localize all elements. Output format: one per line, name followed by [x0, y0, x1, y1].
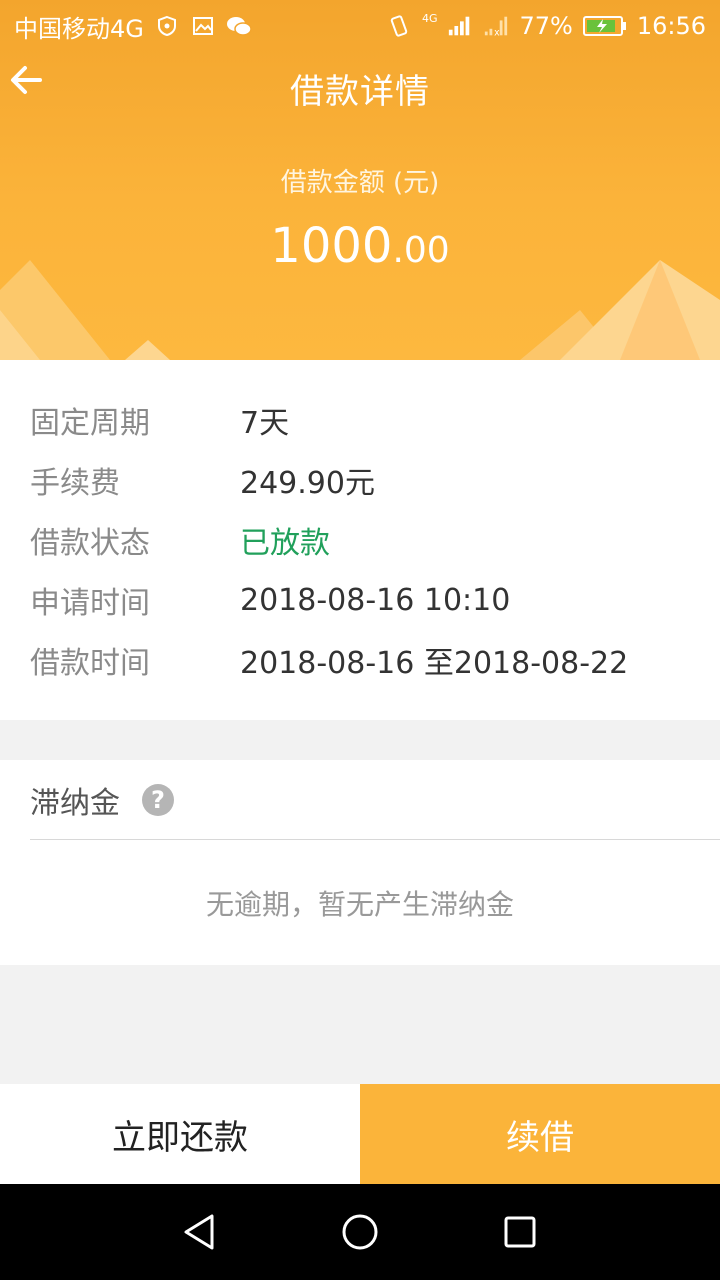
detail-row-apply-time: 申请时间 2018-08-16 10:10	[0, 570, 720, 630]
question-circle-icon[interactable]: ?	[142, 783, 174, 816]
amount-label: 借款金额 (元)	[280, 168, 440, 198]
detail-value: 2018-08-16 至2018-08-22	[240, 646, 629, 681]
vibrate-icon	[386, 13, 412, 39]
detail-label: 借款状态	[30, 526, 150, 561]
top-app-bar: 借款详情	[0, 52, 720, 124]
battery-charging-icon	[582, 13, 627, 39]
late-fee-title: 滞纳金	[30, 785, 120, 821]
svg-text:x: x	[495, 27, 501, 38]
wechat-icon	[226, 13, 252, 39]
detail-value: 249.90元	[240, 466, 375, 501]
detail-label: 固定周期	[30, 406, 150, 441]
late-fee-card: 滞纳金 ? 无逾期，暂无产生滞纳金	[0, 760, 720, 965]
carrier-label: 中国移动4G	[14, 14, 144, 43]
nav-home-button[interactable]	[330, 1202, 390, 1262]
status-badge: 已放款	[240, 526, 330, 561]
detail-label: 手续费	[30, 466, 120, 501]
triangle-back-icon	[184, 1214, 214, 1250]
clock: 16:56	[636, 12, 706, 40]
arrow-left-icon	[11, 66, 42, 94]
status-bar: 中国移动4G 4G x 77% 16:56	[0, 0, 720, 52]
square-recent-icon	[504, 1216, 536, 1248]
late-fee-header: 滞纳金 ?	[30, 760, 720, 840]
back-button[interactable]	[8, 60, 44, 100]
signal-off-icon: x	[483, 13, 509, 39]
detail-value: 7天	[240, 406, 290, 441]
detail-row-fee: 手续费 249.90元	[0, 450, 720, 510]
image-icon	[190, 13, 216, 39]
amount-integer: 1000	[270, 218, 393, 274]
renew-loan-button[interactable]: 续借	[360, 1084, 720, 1184]
wifi-shield-icon	[154, 13, 180, 39]
page-title: 借款详情	[290, 71, 430, 112]
network-type-label: 4G	[421, 11, 438, 25]
signal-icon	[447, 13, 473, 39]
nav-back-button[interactable]	[170, 1202, 230, 1262]
battery-percent: 77%	[519, 12, 573, 40]
mountain-decoration	[0, 260, 720, 360]
detail-label: 申请时间	[30, 586, 150, 621]
repay-now-button[interactable]: 立即还款	[0, 1084, 360, 1184]
detail-label: 借款时间	[30, 646, 150, 681]
nav-recent-button[interactable]	[490, 1202, 550, 1262]
loan-details-card: 固定周期 7天 手续费 249.90元 借款状态 已放款 申请时间 2018-0…	[0, 360, 720, 720]
detail-row-loan-time: 借款时间 2018-08-16 至2018-08-22	[0, 630, 720, 690]
system-nav-bar	[0, 1184, 720, 1280]
circle-home-icon	[342, 1214, 378, 1250]
late-fee-message: 无逾期，暂无产生滞纳金	[205, 887, 514, 921]
amount-decimal: .00	[392, 230, 450, 271]
detail-row-status: 借款状态 已放款	[0, 510, 720, 570]
detail-row-period: 固定周期 7天	[0, 390, 720, 450]
detail-value: 2018-08-16 10:10	[240, 582, 511, 618]
action-bar: 立即还款 续借	[0, 1084, 720, 1184]
loan-amount: 1000.00	[0, 222, 720, 270]
